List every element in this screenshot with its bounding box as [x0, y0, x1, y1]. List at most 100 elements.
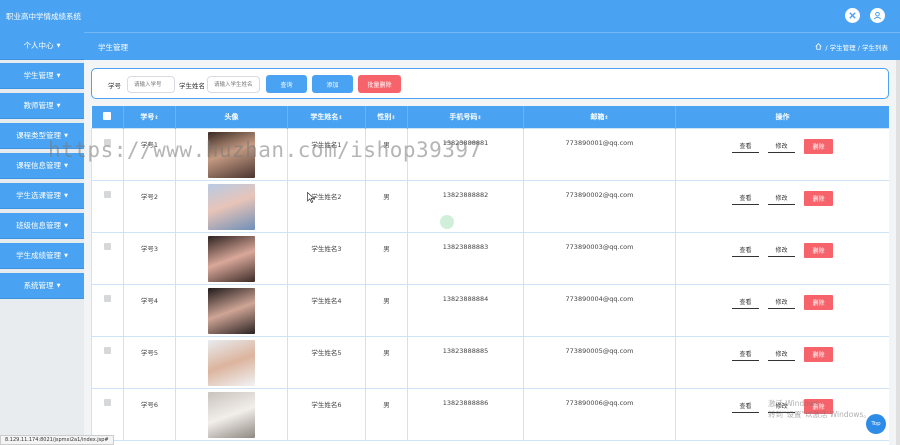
table-row: 学号3 学生姓名3 男 13823888883 773890003@qq.com… [91, 231, 889, 285]
edit-button[interactable]: 修改 [768, 139, 795, 153]
cell-student-no: 学号4 [123, 283, 176, 337]
cell-student-no: 学号2 [123, 179, 176, 233]
column-header-avatar: 头像 [175, 106, 288, 128]
back-to-top-button[interactable]: Top [866, 414, 886, 434]
column-header-phone[interactable]: 手机号码⇕ [407, 106, 524, 128]
delete-button[interactable]: 删除 [804, 346, 833, 362]
windows-activation-hint: 转到"设置"以激活 Windows。 [768, 410, 871, 419]
cell-email: 773890001@qq.com [523, 127, 676, 181]
batch-delete-button[interactable]: 批量删除 [358, 75, 401, 93]
chevron-down-icon: ▼ [64, 192, 68, 199]
edit-button[interactable]: 修改 [768, 191, 795, 205]
table-row: 学号4 学生姓名4 男 13823888884 773890004@qq.com… [91, 283, 889, 337]
search-panel: 学号 学生姓名 查询 添加 批量删除 [91, 68, 889, 99]
column-header-email[interactable]: 邮箱⇕ [523, 106, 676, 128]
top-header: 职业高中学情成绩系统 [0, 0, 900, 32]
sidebar-item-label: 学生成绩管理 [16, 251, 62, 260]
close-circle-icon[interactable] [845, 8, 860, 23]
sidebar-item-grades[interactable]: 学生成绩管理 ▼ [0, 243, 84, 269]
sort-icon: ⇕ [477, 114, 482, 121]
watermark: https://www.huzhan.com/ishop39397 [48, 138, 482, 162]
add-button[interactable]: 添加 [312, 75, 353, 93]
sidebar-item-system[interactable]: 系统管理 ▼ [0, 273, 84, 299]
cell-name: 学生姓名4 [287, 283, 366, 337]
cell-gender: 男 [365, 335, 408, 389]
cell-student-no: 学号5 [123, 335, 176, 389]
click-highlight [440, 215, 454, 229]
row-checkbox[interactable] [104, 190, 111, 198]
row-checkbox[interactable] [104, 242, 111, 250]
cell-phone: 13823888885 [407, 335, 524, 389]
delete-button[interactable]: 删除 [804, 190, 833, 206]
view-button[interactable]: 查看 [732, 295, 759, 309]
view-button[interactable]: 查看 [732, 139, 759, 153]
view-button[interactable]: 查看 [732, 243, 759, 257]
table-header-row: 学号⇕ 头像 学生姓名⇕ 性别⇕ 手机号码⇕ 邮箱⇕ 操作 [91, 106, 889, 128]
delete-button[interactable]: 删除 [804, 294, 833, 310]
cell-name: 学生姓名6 [287, 387, 366, 441]
column-header-student-no[interactable]: 学号⇕ [123, 106, 176, 128]
page-title: 学生管理 [98, 43, 128, 52]
user-icon[interactable] [870, 8, 885, 23]
select-all-header [91, 106, 124, 128]
delete-button[interactable]: 删除 [804, 138, 833, 154]
sidebar-item-course-selection[interactable]: 学生选课管理 ▼ [0, 183, 84, 209]
sidebar-item-label: 教师管理 [23, 101, 54, 110]
breadcrumb: / 学生管理 / 学生列表 [815, 42, 888, 52]
student-name-input[interactable] [207, 76, 260, 93]
sidebar-item-label: 学生管理 [23, 71, 54, 80]
mouse-cursor-icon [307, 192, 315, 203]
cell-name: 学生姓名3 [287, 231, 366, 285]
avatar [208, 339, 255, 386]
cell-phone: 13823888882 [407, 179, 524, 233]
row-checkbox[interactable] [104, 398, 111, 406]
sidebar-item-label: 学生选课管理 [16, 191, 62, 200]
delete-button[interactable]: 删除 [804, 242, 833, 258]
home-icon[interactable] [815, 42, 822, 52]
chevron-down-icon: ▼ [64, 252, 68, 259]
cell-email: 773890004@qq.com [523, 283, 676, 337]
cell-gender: 男 [365, 179, 408, 233]
chevron-down-icon: ▼ [64, 162, 68, 169]
select-all-checkbox[interactable] [103, 111, 112, 120]
edit-button[interactable]: 修改 [768, 295, 795, 309]
avatar [208, 391, 255, 438]
sidebar-item-class-info[interactable]: 班级信息管理 ▼ [0, 213, 84, 239]
table-row: 学号2 学生姓名2 男 13823888882 773890002@qq.com… [91, 179, 889, 233]
sort-icon: ⇕ [154, 114, 159, 121]
row-checkbox[interactable] [104, 294, 111, 302]
student-no-input[interactable] [127, 76, 175, 93]
view-button[interactable]: 查看 [732, 191, 759, 205]
view-button[interactable]: 查看 [732, 347, 759, 361]
cell-student-no: 学号6 [123, 387, 176, 441]
chevron-down-icon: ▼ [56, 42, 61, 49]
cell-gender: 男 [365, 231, 408, 285]
sort-icon: ⇕ [391, 114, 396, 121]
cell-student-no: 学号3 [123, 231, 176, 285]
avatar [208, 183, 255, 230]
breadcrumb-path: / 学生管理 / 学生列表 [825, 44, 888, 52]
status-bar-url: 8.129.11.174:8021/jspmxi2a1/index.jsp# [0, 435, 114, 445]
app-title: 职业高中学情成绩系统 [6, 12, 81, 21]
query-button[interactable]: 查询 [266, 75, 307, 93]
chevron-down-icon: ▼ [56, 72, 61, 79]
sidebar-item-teachers[interactable]: 教师管理 ▼ [0, 93, 84, 119]
sidebar-item-personal-center[interactable]: 个人中心 ▼ [0, 32, 84, 60]
sort-icon: ⇕ [338, 114, 343, 121]
sidebar-item-students[interactable]: 学生管理 ▼ [0, 63, 84, 89]
page-scrollbar[interactable] [896, 60, 900, 445]
row-checkbox[interactable] [104, 346, 111, 354]
windows-activation-notice: 激活 Windows 转到"设置"以激活 Windows。 [768, 398, 871, 420]
sidebar-item-label: 班级信息管理 [16, 221, 62, 230]
cell-name: 学生姓名5 [287, 335, 366, 389]
edit-button[interactable]: 修改 [768, 347, 795, 361]
sidebar: 个人中心 ▼ 学生管理 ▼ 教师管理 ▼ 课程类型管理 ▼ 课程信息管理 ▼ 学生选课管理… [0, 32, 84, 445]
column-header-gender[interactable]: 性别⇕ [365, 106, 408, 128]
column-header-actions: 操作 [675, 106, 889, 128]
column-header-name[interactable]: 学生姓名⇕ [287, 106, 366, 128]
edit-button[interactable]: 修改 [768, 243, 795, 257]
cell-email: 773890003@qq.com [523, 231, 676, 285]
chevron-down-icon: ▼ [56, 282, 61, 289]
view-button[interactable]: 查看 [732, 399, 759, 413]
cell-phone: 13823888886 [407, 387, 524, 441]
